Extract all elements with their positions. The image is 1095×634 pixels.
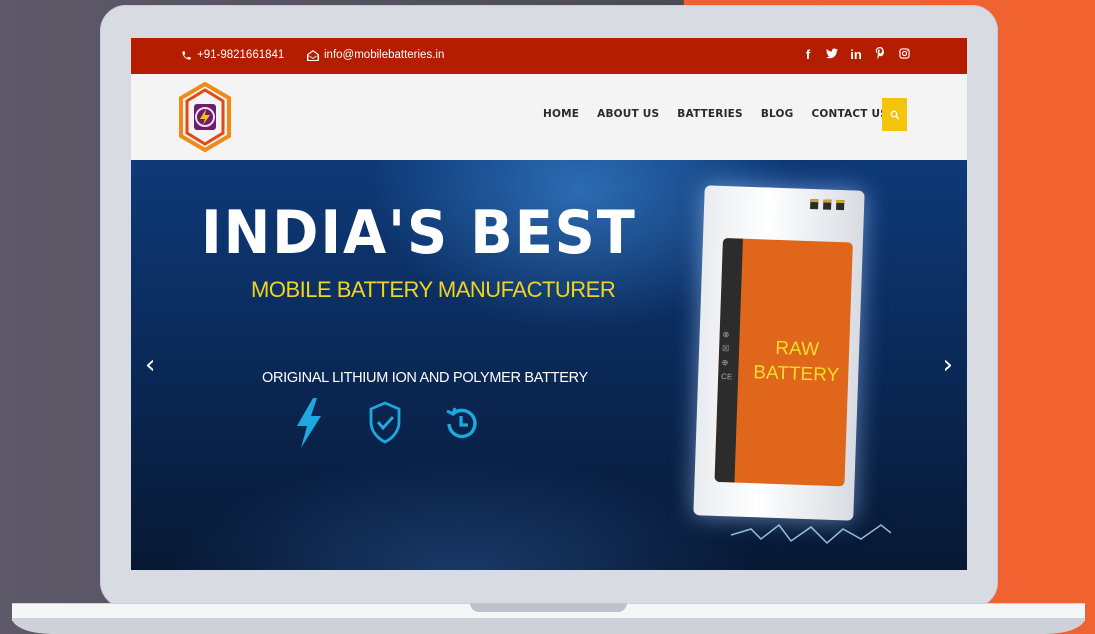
phone-contact[interactable]: +91-9821661841 [181,49,284,61]
shield-check-icon [369,401,401,444]
nav-contact-us[interactable]: CONTACT US [812,108,889,120]
main-navbar: HOME ABOUT US BATTERIES BLOG CONTACT US [131,74,967,160]
main-menu: HOME ABOUT US BATTERIES BLOG CONTACT US [543,108,888,120]
slider-next-arrow[interactable]: › [943,350,953,380]
hero-subtitle: MOBILE BATTERY MANUFACTURER [251,277,616,302]
linkedin-icon[interactable]: in [850,47,862,62]
battery-contacts [810,199,845,211]
nav-home[interactable]: HOME [543,108,579,120]
website-screen: +91-9821661841 info@mobilebatteries.in f… [131,38,967,570]
search-button[interactable] [882,98,907,131]
instagram-icon[interactable] [898,47,910,62]
facebook-icon[interactable]: f [802,47,814,62]
battery-text-line1: RAW [774,337,820,361]
laptop-notch [470,603,627,612]
social-links: f in [802,47,910,62]
slider-prev-arrow[interactable]: ‹ [145,350,155,380]
nav-about-us[interactable]: ABOUT US [597,108,659,120]
laptop-base-edge [12,618,1085,634]
site-logo[interactable] [179,81,231,153]
twitter-icon[interactable] [826,47,838,62]
pinterest-icon[interactable] [874,47,886,62]
search-icon [890,110,899,119]
hero-slider: INDIA'S BEST MOBILE BATTERY MANUFACTURER… [131,160,967,570]
battery-image: ⊗ ☒ ⊕ CE RAW BATTERY [693,185,865,521]
email-contact[interactable]: info@mobilebatteries.in [307,49,444,61]
email-address: info@mobilebatteries.in [324,49,445,61]
phone-number: +91-9821661841 [197,49,285,61]
lightning-icon [297,398,321,448]
hero-tagline: ORIGINAL LITHIUM ION AND POLYMER BATTERY [262,370,588,386]
electric-spark-graphic [731,523,891,545]
feature-icons [291,398,479,448]
nav-batteries[interactable]: BATTERIES [677,108,743,120]
envelope-icon [307,49,319,61]
top-contact-bar: +91-9821661841 info@mobilebatteries.in f… [131,38,967,74]
phone-icon [182,50,191,60]
nav-blog[interactable]: BLOG [761,108,794,120]
battery-label: ⊗ ☒ ⊕ CE RAW BATTERY [714,237,853,487]
clock-history-icon [446,407,477,439]
battery-text-line2: BATTERY [752,362,840,387]
hero-title: INDIA'S BEST [201,198,637,268]
